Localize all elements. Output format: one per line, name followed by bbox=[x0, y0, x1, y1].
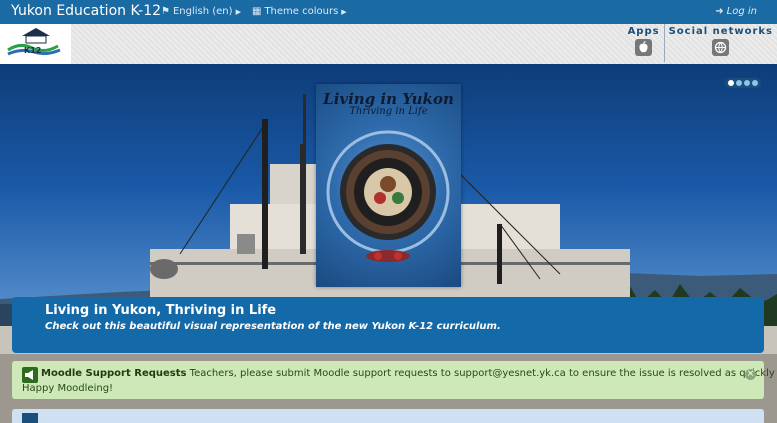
carousel-dot[interactable] bbox=[752, 80, 758, 86]
site-brand[interactable]: Yukon Education K-12 bbox=[11, 3, 161, 19]
caret-right-icon: ▶ bbox=[235, 7, 241, 16]
carousel-dot[interactable] bbox=[744, 80, 750, 86]
carousel-dot[interactable] bbox=[728, 80, 734, 86]
hero-carousel: Living in Yukon Thriving in Life Living … bbox=[0, 64, 777, 423]
caption-text: Check out this beautiful visual represen… bbox=[45, 321, 501, 332]
social-group: Social networks bbox=[663, 24, 777, 62]
carousel-caption[interactable]: Living in Yukon, Thriving in Life Check … bbox=[12, 297, 764, 353]
carousel-indicators bbox=[725, 78, 761, 88]
alert-signoff: Happy Moodleing! bbox=[22, 383, 114, 394]
site-logo[interactable]: K12 bbox=[0, 24, 71, 64]
carousel-dot[interactable] bbox=[736, 80, 742, 86]
globe-icon[interactable] bbox=[712, 39, 730, 56]
alert-first-line: Moodle Support Requests Teachers, please… bbox=[41, 368, 777, 379]
close-icon[interactable]: × bbox=[745, 369, 756, 380]
social-networks-title: Social networks bbox=[668, 26, 773, 37]
alert-title: Moodle Support Requests bbox=[41, 368, 187, 379]
megaphone-icon bbox=[22, 367, 38, 383]
language-label: English (en) bbox=[172, 6, 233, 17]
apps-group: Apps bbox=[624, 24, 664, 62]
info-icon bbox=[22, 413, 38, 423]
language-menu[interactable]: ⚑ English (en) ▶ bbox=[161, 6, 241, 17]
social-links: Apps Social networks bbox=[624, 24, 777, 62]
svg-text:K12: K12 bbox=[24, 46, 41, 55]
theme-label: Theme colours bbox=[264, 6, 339, 17]
page-header: K12 Apps Social networks bbox=[0, 24, 777, 64]
poster-wheel-graphic bbox=[326, 130, 450, 262]
curriculum-poster-image[interactable]: Living in Yukon Thriving in Life bbox=[316, 84, 461, 287]
top-navbar: Yukon Education K-12 ⚑ English (en) ▶ ▦ … bbox=[0, 0, 777, 24]
sign-in-icon: ➜ bbox=[715, 6, 724, 17]
grid-icon: ▦ bbox=[252, 6, 262, 17]
apps-title: Apps bbox=[627, 26, 660, 37]
support-alert: Moodle Support Requests Teachers, please… bbox=[12, 361, 777, 399]
caption-title: Living in Yukon, Thriving in Life bbox=[45, 303, 277, 318]
alert-message: Teachers, please submit Moodle support r… bbox=[189, 368, 777, 379]
apple-icon[interactable] bbox=[635, 39, 653, 56]
login-link[interactable]: ➜ Log in bbox=[715, 6, 757, 17]
flag-icon: ⚑ bbox=[161, 6, 170, 17]
theme-colours-menu[interactable]: ▦ Theme colours ▶ bbox=[252, 6, 347, 17]
next-alert-bar bbox=[12, 409, 764, 423]
caret-right-icon: ▶ bbox=[341, 7, 347, 16]
login-label: Log in bbox=[726, 6, 757, 17]
